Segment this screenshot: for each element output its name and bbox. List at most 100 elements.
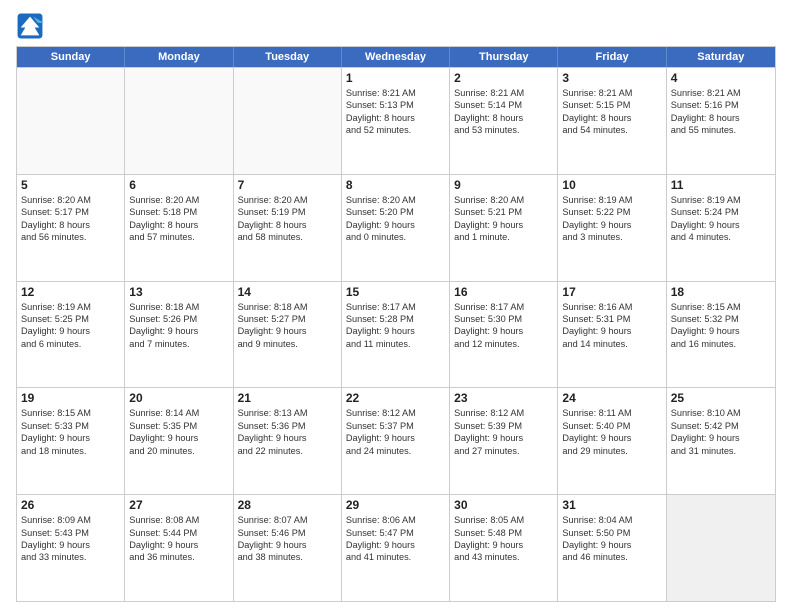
day-number: 5: [21, 178, 120, 192]
cell-line: and 53 minutes.: [454, 124, 553, 136]
calendar-row-1: 1Sunrise: 8:21 AMSunset: 5:13 PMDaylight…: [17, 67, 775, 174]
cell-line: and 24 minutes.: [346, 445, 445, 457]
cell-line: Daylight: 9 hours: [562, 432, 661, 444]
cell-line: and 57 minutes.: [129, 231, 228, 243]
cell-line: Sunset: 5:37 PM: [346, 420, 445, 432]
cell-line: Daylight: 9 hours: [671, 325, 771, 337]
day-cell-22: 22Sunrise: 8:12 AMSunset: 5:37 PMDayligh…: [342, 388, 450, 494]
cell-line: Sunset: 5:47 PM: [346, 527, 445, 539]
header-day-sunday: Sunday: [17, 47, 125, 67]
header-day-wednesday: Wednesday: [342, 47, 450, 67]
cell-line: Daylight: 8 hours: [346, 112, 445, 124]
cell-line: Daylight: 8 hours: [454, 112, 553, 124]
cell-line: Sunset: 5:28 PM: [346, 313, 445, 325]
day-cell-23: 23Sunrise: 8:12 AMSunset: 5:39 PMDayligh…: [450, 388, 558, 494]
day-number: 25: [671, 391, 771, 405]
cell-line: Daylight: 9 hours: [346, 539, 445, 551]
cell-line: Sunset: 5:24 PM: [671, 206, 771, 218]
day-number: 30: [454, 498, 553, 512]
cell-line: Sunrise: 8:17 AM: [346, 301, 445, 313]
cell-line: and 6 minutes.: [21, 338, 120, 350]
cell-line: and 4 minutes.: [671, 231, 771, 243]
day-number: 23: [454, 391, 553, 405]
cell-line: Sunrise: 8:19 AM: [671, 194, 771, 206]
day-number: 13: [129, 285, 228, 299]
cell-line: Sunset: 5:18 PM: [129, 206, 228, 218]
cell-line: Daylight: 9 hours: [454, 219, 553, 231]
day-cell-16: 16Sunrise: 8:17 AMSunset: 5:30 PMDayligh…: [450, 282, 558, 388]
calendar-row-4: 19Sunrise: 8:15 AMSunset: 5:33 PMDayligh…: [17, 387, 775, 494]
cell-line: Sunrise: 8:07 AM: [238, 514, 337, 526]
cell-line: Sunset: 5:27 PM: [238, 313, 337, 325]
empty-cell-r0c1: [125, 68, 233, 174]
cell-line: Sunrise: 8:20 AM: [454, 194, 553, 206]
day-number: 17: [562, 285, 661, 299]
day-number: 31: [562, 498, 661, 512]
day-cell-7: 7Sunrise: 8:20 AMSunset: 5:19 PMDaylight…: [234, 175, 342, 281]
day-cell-11: 11Sunrise: 8:19 AMSunset: 5:24 PMDayligh…: [667, 175, 775, 281]
cell-line: and 27 minutes.: [454, 445, 553, 457]
cell-line: Daylight: 9 hours: [238, 325, 337, 337]
day-cell-24: 24Sunrise: 8:11 AMSunset: 5:40 PMDayligh…: [558, 388, 666, 494]
logo-icon: [16, 12, 44, 40]
cell-line: Sunrise: 8:14 AM: [129, 407, 228, 419]
cell-line: Sunrise: 8:15 AM: [21, 407, 120, 419]
cell-line: Daylight: 9 hours: [21, 539, 120, 551]
cell-line: Sunrise: 8:21 AM: [671, 87, 771, 99]
empty-cell-r0c2: [234, 68, 342, 174]
cell-line: and 20 minutes.: [129, 445, 228, 457]
cell-line: Sunrise: 8:09 AM: [21, 514, 120, 526]
cell-line: Daylight: 8 hours: [562, 112, 661, 124]
header-day-thursday: Thursday: [450, 47, 558, 67]
day-number: 6: [129, 178, 228, 192]
cell-line: Sunset: 5:36 PM: [238, 420, 337, 432]
cell-line: Sunrise: 8:17 AM: [454, 301, 553, 313]
cell-line: and 29 minutes.: [562, 445, 661, 457]
cell-line: and 41 minutes.: [346, 551, 445, 563]
cell-line: Daylight: 9 hours: [21, 325, 120, 337]
cell-line: and 1 minute.: [454, 231, 553, 243]
cell-line: and 9 minutes.: [238, 338, 337, 350]
cell-line: Sunrise: 8:21 AM: [346, 87, 445, 99]
day-number: 19: [21, 391, 120, 405]
day-number: 7: [238, 178, 337, 192]
cell-line: and 58 minutes.: [238, 231, 337, 243]
calendar-row-2: 5Sunrise: 8:20 AMSunset: 5:17 PMDaylight…: [17, 174, 775, 281]
day-number: 2: [454, 71, 553, 85]
cell-line: Sunset: 5:42 PM: [671, 420, 771, 432]
day-number: 21: [238, 391, 337, 405]
empty-cell-r0c0: [17, 68, 125, 174]
cell-line: Sunrise: 8:04 AM: [562, 514, 661, 526]
day-cell-10: 10Sunrise: 8:19 AMSunset: 5:22 PMDayligh…: [558, 175, 666, 281]
cell-line: Daylight: 9 hours: [129, 539, 228, 551]
day-cell-8: 8Sunrise: 8:20 AMSunset: 5:20 PMDaylight…: [342, 175, 450, 281]
cell-line: Sunrise: 8:08 AM: [129, 514, 228, 526]
cell-line: Daylight: 9 hours: [346, 219, 445, 231]
day-cell-31: 31Sunrise: 8:04 AMSunset: 5:50 PMDayligh…: [558, 495, 666, 601]
day-cell-18: 18Sunrise: 8:15 AMSunset: 5:32 PMDayligh…: [667, 282, 775, 388]
cell-line: Daylight: 9 hours: [454, 325, 553, 337]
cell-line: Sunset: 5:22 PM: [562, 206, 661, 218]
header-day-saturday: Saturday: [667, 47, 775, 67]
day-number: 26: [21, 498, 120, 512]
cell-line: Sunrise: 8:10 AM: [671, 407, 771, 419]
cell-line: Sunrise: 8:20 AM: [129, 194, 228, 206]
day-cell-25: 25Sunrise: 8:10 AMSunset: 5:42 PMDayligh…: [667, 388, 775, 494]
day-cell-20: 20Sunrise: 8:14 AMSunset: 5:35 PMDayligh…: [125, 388, 233, 494]
cell-line: Sunset: 5:13 PM: [346, 99, 445, 111]
day-number: 9: [454, 178, 553, 192]
day-cell-29: 29Sunrise: 8:06 AMSunset: 5:47 PMDayligh…: [342, 495, 450, 601]
cell-line: and 38 minutes.: [238, 551, 337, 563]
cell-line: and 33 minutes.: [21, 551, 120, 563]
calendar-row-3: 12Sunrise: 8:19 AMSunset: 5:25 PMDayligh…: [17, 281, 775, 388]
cell-line: Daylight: 9 hours: [21, 432, 120, 444]
cell-line: Daylight: 8 hours: [129, 219, 228, 231]
cell-line: and 7 minutes.: [129, 338, 228, 350]
day-cell-15: 15Sunrise: 8:17 AMSunset: 5:28 PMDayligh…: [342, 282, 450, 388]
day-number: 14: [238, 285, 337, 299]
day-cell-4: 4Sunrise: 8:21 AMSunset: 5:16 PMDaylight…: [667, 68, 775, 174]
cell-line: Daylight: 9 hours: [238, 432, 337, 444]
cell-line: Sunrise: 8:13 AM: [238, 407, 337, 419]
header: [16, 12, 776, 40]
cell-line: Sunset: 5:30 PM: [454, 313, 553, 325]
